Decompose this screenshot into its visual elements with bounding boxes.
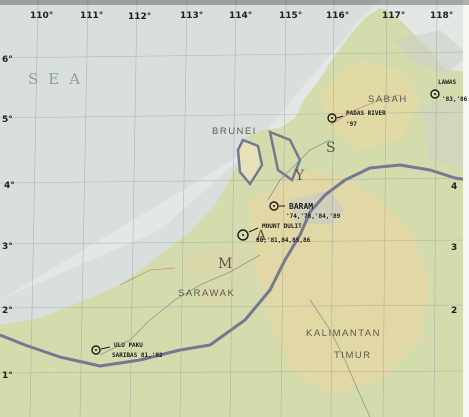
lon-label: 111° [80,11,103,21]
marker-years: '74,'78,'84,'89 [286,213,341,220]
lon-label: 112° [128,12,151,22]
malaysia-letter: Y [294,168,305,184]
lat-label: 2° [2,306,13,316]
marker-years: '83,'86 [442,96,468,103]
marker-years: SARIBAS 81,'92 [112,352,163,359]
marker-label: PADAS RIVER [346,110,386,117]
lon-label: 115° [279,11,302,21]
marker-label: ULU PAKU [114,342,143,349]
lat-label-right: 4 [451,182,457,192]
lon-label: 116° [326,11,349,21]
marker-label: BARAM [289,202,313,211]
marker-dot-icon [434,93,436,95]
lat-label: 4° [4,181,15,191]
map-view[interactable]: 110° 111° 112° 113° 114° 115° 116° 117° … [0,0,469,417]
lat-label: 5° [2,115,13,125]
lon-label: 113° [180,11,203,21]
marker-dot-icon [242,234,244,236]
lat-label: 6° [2,55,13,65]
kalimantan-label: KALIMANTAN [306,328,381,339]
lat-label-right: 3 [451,243,457,253]
sea-label: SEA [28,70,90,88]
lon-label: 118° [430,11,453,21]
sarawak-label: SARAWAK [178,288,235,299]
malaysia-letter: M [218,256,232,272]
marker-dot-icon [273,205,275,207]
marker-label: MOUNT DULIT [262,223,302,230]
scan-top-edge [0,0,469,5]
map-canvas: 110° 111° 112° 113° 114° 115° 116° 117° … [0,0,469,417]
lat-label: 1° [2,371,13,381]
lat-label-right: 2 [451,306,457,316]
marker-label: LAWAS [438,79,456,86]
longitude-labels: 110° 111° 112° 113° 114° 115° 116° 117° … [30,11,453,22]
lon-label: 110° [30,11,53,21]
timur-label: TIMUR [334,350,372,361]
sabah-label: SABAH [368,94,408,105]
marker-dot-icon [95,349,97,351]
scan-edge [463,0,469,417]
marker-years: '97 [346,121,357,128]
lat-label: 3° [2,242,13,252]
malaysia-letter: S [326,140,336,156]
brunei-label: BRUNEI [212,126,257,137]
marker-dot-icon [331,117,333,119]
marker-years: 80,'81,84,85,86 [256,237,311,244]
lon-label: 114° [229,11,252,21]
lon-label: 117° [382,11,405,21]
